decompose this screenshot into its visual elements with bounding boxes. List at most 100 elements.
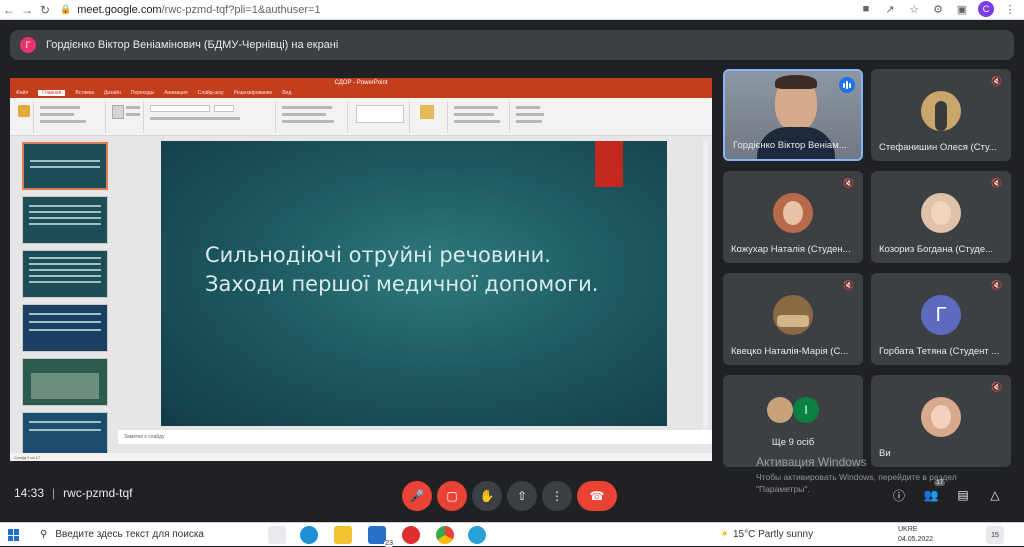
participant-tile[interactable]: 🔇 Стефанишин Олеся (Сту...: [871, 69, 1011, 161]
edge-icon[interactable]: [300, 526, 318, 544]
meeting-time: 14:33: [14, 486, 45, 500]
slide-title: Сильнодіючі отруйні речовини. Заходи пер…: [205, 241, 598, 299]
participant-tile[interactable]: 🔇 Кожухар Наталія (Студен...: [723, 171, 863, 263]
extensions-icon[interactable]: ⚙: [930, 1, 946, 17]
presentation-banner: Г Гордієнко Віктор Веніамінович (БДМУ-Че…: [10, 30, 1014, 60]
hand-icon: ✋: [479, 489, 495, 503]
slide-thumbnail[interactable]: [22, 304, 108, 352]
ribbon-tab[interactable]: Анимация: [164, 90, 187, 96]
ribbon-group-paragraph: [278, 101, 348, 133]
slide-counter: Слайд 1 из 17: [14, 454, 41, 460]
chrome-icon[interactable]: [436, 526, 454, 544]
forward-icon[interactable]: →: [18, 1, 36, 19]
slide-thumbnail[interactable]: [22, 250, 108, 298]
current-slide: Сильнодіючі отруйні речовини. Заходи пер…: [161, 141, 667, 426]
powerpoint-window-title: СДОР - PowerPoint: [334, 80, 388, 86]
raise-hand-button[interactable]: ✋: [472, 481, 502, 511]
present-button[interactable]: ⇧: [507, 481, 537, 511]
slide-title-line-2: Заходи першої медичної допомоги.: [205, 272, 599, 296]
participant-avatar-initial: Г: [921, 295, 961, 335]
ribbon-tabs: Файл Главная Вставка Дизайн Переходы Ани…: [10, 88, 712, 98]
ribbon-tab[interactable]: Файл: [16, 90, 28, 96]
windows-start-icon[interactable]: [8, 529, 20, 541]
notification-center-icon[interactable]: 15: [986, 526, 1004, 544]
ribbon-tab[interactable]: Дизайн: [104, 90, 121, 96]
mic-off-icon: 🔇: [991, 381, 1003, 392]
slide-thumbnail[interactable]: [22, 358, 108, 406]
search-icon: ⚲: [40, 529, 48, 540]
participant-tile[interactable]: 🔇 Г Горбата Тетяна (Студент ...: [871, 273, 1011, 365]
participant-name: Козориз Богдана (Студе...: [879, 244, 994, 255]
taskbar-search[interactable]: ⚲ Введите здесь текст для поиска: [30, 523, 240, 546]
participant-tile[interactable]: 🔇 Козориз Богдана (Студе...: [871, 171, 1011, 263]
slide-thumbnails: [18, 140, 118, 460]
slide-thumbnail[interactable]: [22, 142, 108, 190]
shared-screen: СДОР - PowerPoint Файл Главная Вставка Д…: [10, 78, 712, 461]
more-options-button[interactable]: ⋮: [542, 481, 572, 511]
menu-icon[interactable]: ⋮: [1002, 1, 1018, 17]
notification-count: 15: [991, 531, 999, 539]
opera-icon[interactable]: [402, 526, 420, 544]
ribbon-tab[interactable]: Вставка: [75, 90, 94, 96]
leave-call-button[interactable]: ☎: [577, 481, 617, 511]
meeting-details-button[interactable]: ⓘ: [890, 486, 908, 504]
info-icon: ⓘ: [892, 488, 905, 503]
weather-text: 15°C Partly sunny: [732, 529, 814, 540]
browser-toolbar: ← → ↻ 🔒 meet.google.com/rwc-pzmd-tqf?pli…: [0, 0, 1024, 20]
input-language: UKRE: [898, 526, 918, 533]
taskbar-search-placeholder: Введите здесь текст для поиска: [55, 529, 204, 540]
slide-scrollbar[interactable]: [703, 140, 708, 446]
ribbon-tab[interactable]: Рецензирование: [234, 90, 273, 96]
participant-tile[interactable]: 🔇 Квецко Наталія-Марія (С...: [723, 273, 863, 365]
slide-notes[interactable]: Заметки к слайду: [118, 430, 712, 444]
ribbon-group-clipboard: [14, 101, 34, 133]
ribbon-tab-active[interactable]: Главная: [38, 90, 66, 96]
address-bar[interactable]: 🔒 meet.google.com/rwc-pzmd-tqf?pli=1&aut…: [60, 4, 321, 16]
participant-avatar: [773, 193, 813, 233]
ribbon-group-styles: [450, 101, 510, 133]
reload-icon[interactable]: ↻: [36, 1, 54, 19]
bookmark-star-icon[interactable]: ☆: [906, 1, 922, 17]
activation-title: Активация Windows: [756, 455, 867, 469]
telegram-icon[interactable]: [468, 526, 486, 544]
task-view-icon[interactable]: [268, 526, 286, 544]
slide-thumbnail[interactable]: [22, 196, 108, 244]
people-count-badge: 17: [934, 480, 945, 486]
separator: |: [52, 486, 56, 500]
slide-accent-bar: [595, 141, 623, 187]
camera-icon[interactable]: ■: [858, 1, 874, 17]
people-button[interactable]: 👥 17: [922, 480, 945, 504]
mic-off-icon: 🔇: [843, 177, 855, 188]
back-icon[interactable]: ←: [0, 1, 18, 19]
activities-icon: △: [990, 488, 1000, 502]
people-icon: 👥: [923, 488, 939, 502]
mic-toggle-button[interactable]: 🎤: [402, 481, 432, 511]
meeting-code: rwc-pzmd-tqf: [63, 486, 133, 500]
ribbon-group-editing: [512, 101, 552, 133]
ribbon-tab[interactable]: Слайд-шоу: [198, 90, 224, 96]
participant-avatar: [773, 295, 813, 335]
mic-off-icon: 🔇: [991, 75, 1003, 86]
profile-avatar[interactable]: C: [978, 1, 994, 17]
self-tile[interactable]: 🔇 Ви: [871, 375, 1011, 467]
phone-hangup-icon: ☎: [589, 489, 605, 503]
speaking-indicator-icon: [839, 77, 855, 93]
ribbon-tab[interactable]: Переходы: [131, 90, 154, 96]
share-icon[interactable]: ↗: [882, 1, 898, 17]
file-explorer-icon[interactable]: [334, 526, 352, 544]
weather-widget[interactable]: ☀ 15°C Partly sunny: [720, 529, 813, 540]
mail-icon[interactable]: 23: [368, 526, 394, 547]
camera-toggle-button[interactable]: ▢: [437, 481, 467, 511]
system-clock[interactable]: UKRE 04.05.2022: [898, 525, 933, 545]
chat-button[interactable]: ▤: [954, 486, 972, 504]
participant-name: Гордієнко Віктор Веніам...: [733, 140, 847, 151]
more-participants-tile[interactable]: I Ще 9 осіб: [723, 375, 863, 467]
participant-tile[interactable]: Гордієнко Віктор Веніам...: [723, 69, 863, 161]
more-participants-label: Ще 9 осіб: [771, 437, 815, 448]
sidebar-icon[interactable]: ▣: [954, 1, 970, 17]
participant-avatar: [921, 193, 961, 233]
activities-button[interactable]: △: [986, 486, 1004, 504]
ribbon-tab[interactable]: Вид: [282, 90, 291, 96]
ribbon-group-arrange: [412, 101, 448, 133]
presenter-label: Гордієнко Віктор Веніамінович (БДМУ-Черн…: [46, 39, 339, 51]
